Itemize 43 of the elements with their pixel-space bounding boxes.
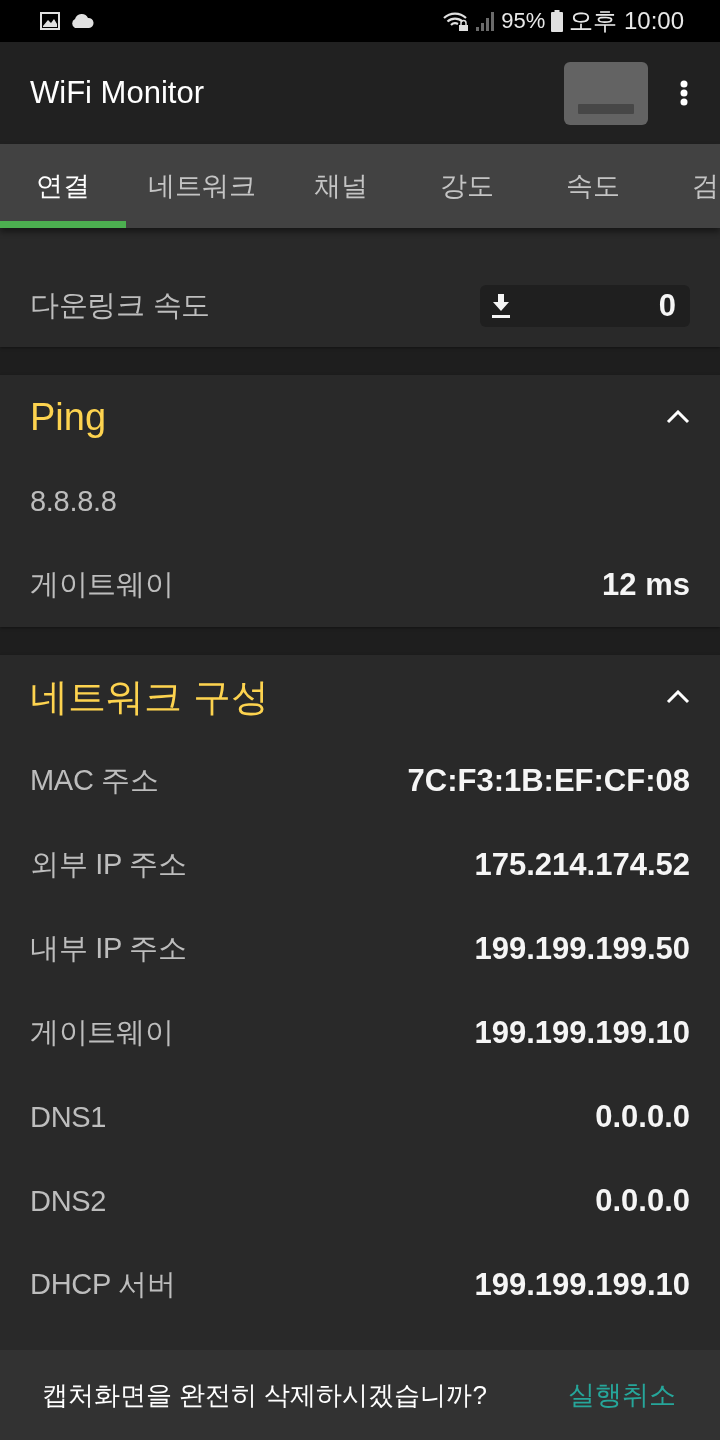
- row-value: 0.0.0.0: [595, 1183, 690, 1219]
- row-label: DHCP 서버: [30, 1267, 176, 1302]
- row-label: DNS1: [30, 1100, 107, 1134]
- row-value: 12 ms: [602, 567, 690, 603]
- collapse-toggle[interactable]: [666, 410, 690, 424]
- chevron-up-icon: [666, 690, 690, 704]
- undo-button[interactable]: 실행취소: [568, 1377, 676, 1413]
- row-label: 다운링크 속도: [30, 288, 210, 323]
- row-label: 내부 IP 주소: [30, 931, 187, 966]
- battery-percent: 95%: [501, 8, 546, 34]
- signal-icon: [475, 11, 496, 31]
- row-value: 175.214.174.52: [474, 847, 690, 883]
- row-value: 199.199.199.10: [474, 1015, 690, 1051]
- row-label: MAC 주소: [30, 763, 159, 798]
- battery-icon: [551, 10, 564, 32]
- row-label: 8.8.8.8: [30, 484, 117, 518]
- cloud-icon: [70, 14, 94, 28]
- chevron-up-icon: [666, 410, 690, 424]
- tab[interactable]: 네트워크: [126, 144, 278, 228]
- tab[interactable]: 검: [656, 144, 720, 228]
- download-icon: [492, 294, 510, 318]
- wifi-lock-icon: [443, 11, 470, 31]
- row-value: 0.0.0.0: [595, 1099, 690, 1135]
- tab[interactable]: 속도: [530, 144, 656, 228]
- more-options-button[interactable]: [678, 78, 690, 108]
- speed-value: 0: [658, 288, 676, 324]
- row-value: 199.199.199.10: [474, 1267, 690, 1303]
- app-title: WiFi Monitor: [30, 75, 204, 111]
- section-title: Ping: [30, 395, 107, 439]
- row-value: 7C:F3:1B:EF:CF:08: [407, 763, 690, 799]
- clock-time: 오후 10:00: [569, 6, 684, 36]
- row-label: DNS2: [30, 1184, 107, 1218]
- image-icon: [40, 12, 60, 30]
- row-label: 게이트웨이: [30, 567, 174, 602]
- row-label: 게이트웨이: [30, 1015, 174, 1050]
- collapse-toggle[interactable]: [666, 690, 690, 704]
- section-title: 네트워크 구성: [30, 674, 269, 720]
- tab[interactable]: 강도: [404, 144, 530, 228]
- row-value: 199.199.199.50: [474, 931, 690, 967]
- snackbar-message: 캡처화면을 완전히 삭제하시겠습니까?: [42, 1378, 487, 1412]
- tab[interactable]: 채널: [278, 144, 404, 228]
- row-label: 외부 IP 주소: [30, 847, 187, 882]
- more-options-icon: [680, 80, 688, 106]
